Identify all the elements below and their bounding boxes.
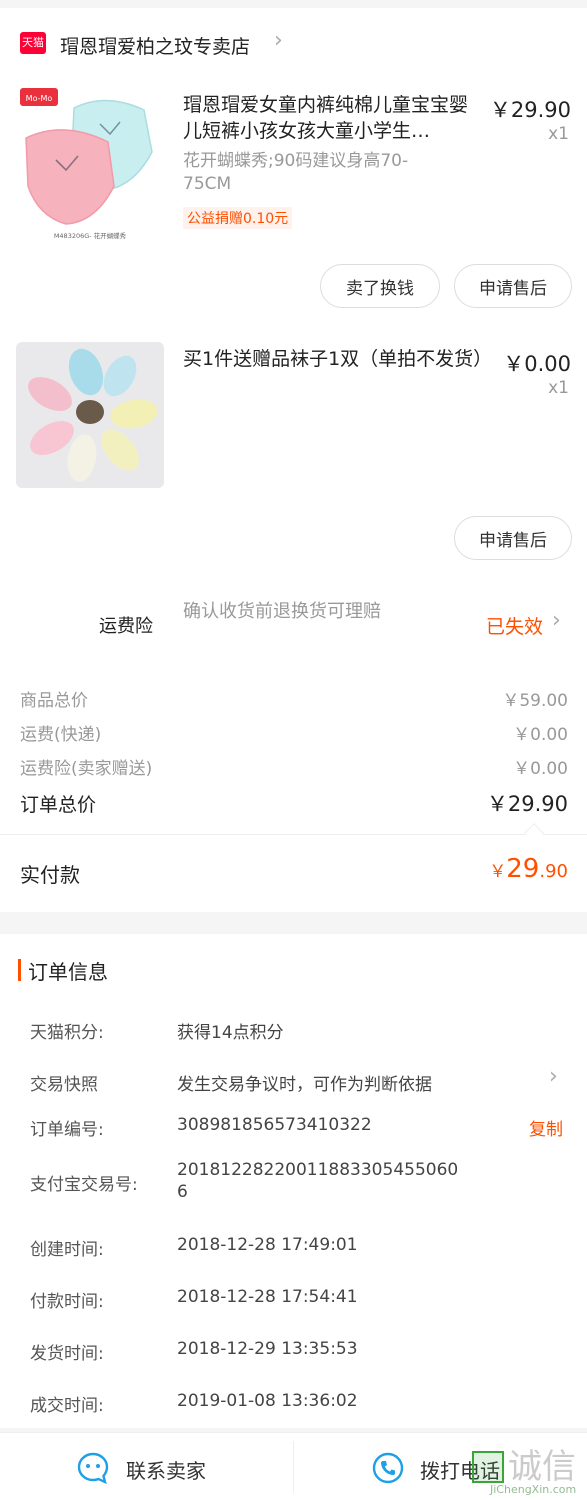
- tmall-points-label: 天猫积分:: [30, 1023, 104, 1043]
- paid-time-value: 2018-12-28 17:54:41: [177, 1287, 358, 1307]
- freight-insurance-label: 运费险: [99, 616, 153, 637]
- svg-text:M483206G- 花开蝴蝶秀: M483206G- 花开蝴蝶秀: [54, 231, 127, 240]
- alipay-number-label: 支付宝交易号:: [30, 1175, 138, 1195]
- order-number-label: 订单编号:: [30, 1120, 104, 1140]
- divider: [293, 1441, 294, 1493]
- paid-amount-value: ￥29.90: [489, 854, 568, 884]
- watermark-logo-icon: [472, 1451, 504, 1483]
- bottom-action-bar: 联系卖家 拨打电话 诚信 JiChengXin.com: [0, 1432, 587, 1500]
- product-price: ￥29.90: [489, 98, 571, 122]
- created-time-value: 2018-12-28 17:49:01: [177, 1235, 358, 1255]
- snapshot-value[interactable]: 发生交易争议时，可作为判断依据: [177, 1070, 432, 1095]
- order-total-label: 订单总价: [20, 794, 97, 816]
- gift-after-sale-button[interactable]: 申请售后: [454, 516, 572, 560]
- contact-seller-label[interactable]: 联系卖家: [126, 1455, 206, 1484]
- freight-insurance-desc: 确认收货前退换货可理赔: [183, 601, 381, 622]
- socks-image-icon: [28, 348, 158, 482]
- gift-price: ￥0.00: [503, 352, 571, 376]
- tmall-points-value: 获得14点积分: [177, 1023, 284, 1043]
- chevron-right-icon[interactable]: ›: [552, 608, 561, 633]
- watermark-text: 诚信: [508, 1447, 576, 1487]
- gift-title[interactable]: 买1件送赠品袜子1双（单拍不发货）: [183, 346, 492, 372]
- charity-tag: 公益捐赠0.10元: [183, 207, 293, 229]
- tmall-logo-icon: 天猫: [20, 32, 46, 54]
- shipping-fee-label: 运费(快递): [20, 725, 102, 745]
- product-sku: 花开蝴蝶秀;90码建议身高70-75CM: [183, 151, 409, 194]
- chevron-right-icon[interactable]: ›: [274, 28, 283, 53]
- shipped-time-label: 发货时间:: [30, 1344, 104, 1364]
- after-sale-button[interactable]: 申请售后: [454, 264, 572, 308]
- underwear-image-icon: Mo-Mo M483206G- 花开蝴蝶秀: [20, 88, 153, 240]
- goods-total-value: ￥59.00: [502, 691, 568, 711]
- paid-amount-label: 实付款: [20, 863, 80, 887]
- product-quantity: x1: [548, 124, 569, 144]
- order-detail-card: 天猫 瑁恩瑁爱柏之玟专卖店 › Mo-Mo M483206G- 花开蝴蝶秀 瑁恩…: [0, 8, 587, 912]
- gift-quantity: x1: [548, 378, 569, 398]
- shipping-fee-value: ￥0.00: [513, 725, 568, 745]
- shipping-insurance-value: ￥0.00: [513, 759, 568, 779]
- store-name[interactable]: 瑁恩瑁爱柏之玟专卖店: [60, 32, 250, 59]
- gift-thumbnail[interactable]: [16, 342, 164, 488]
- order-info-card: 订单信息 天猫积分: 获得14点积分 交易快照 发生交易争议时，可作为判断依据 …: [0, 934, 587, 1428]
- divider: [0, 834, 587, 835]
- paid-time-label: 付款时间:: [30, 1292, 104, 1312]
- completed-time-value: 2019-01-08 13:36:02: [177, 1391, 358, 1411]
- freight-insurance-status[interactable]: 已失效: [486, 612, 543, 639]
- section-accent-bar: [18, 959, 21, 981]
- contact-seller-button[interactable]: [76, 1451, 110, 1485]
- copy-button[interactable]: 复制: [529, 1115, 563, 1140]
- completed-time-label: 成交时间:: [30, 1396, 104, 1416]
- watermark-url: JiChengXin.com: [490, 1483, 577, 1496]
- call-button[interactable]: [371, 1451, 405, 1485]
- product-title[interactable]: 瑁恩瑁爱女童内裤纯棉儿童宝宝婴儿短裤小孩女孩大童小学生…: [183, 92, 483, 144]
- shipping-insurance-label: 运费险(卖家赠送): [20, 759, 153, 779]
- chat-bubble-icon: [77, 1452, 109, 1485]
- order-number-value: 308981856573410322: [177, 1115, 372, 1135]
- alipay-number-value-cont: 6: [177, 1182, 188, 1202]
- svg-text:Mo-Mo: Mo-Mo: [26, 94, 53, 103]
- snapshot-label[interactable]: 交易快照: [30, 1070, 98, 1095]
- shipped-time-value: 2018-12-29 13:35:53: [177, 1339, 358, 1359]
- order-info-title: 订单信息: [28, 960, 108, 984]
- alipay-number-value: 20181228220011883305455060: [177, 1160, 459, 1180]
- chevron-right-icon[interactable]: ›: [549, 1064, 558, 1089]
- sell-for-cash-button[interactable]: 卖了换钱: [320, 264, 440, 308]
- phone-icon: [372, 1452, 404, 1484]
- caret-up-icon: [524, 823, 544, 843]
- product-thumbnail[interactable]: Mo-Mo M483206G- 花开蝴蝶秀: [16, 82, 164, 242]
- created-time-label: 创建时间:: [30, 1240, 104, 1260]
- order-total-value: ￥29.90: [486, 792, 568, 816]
- goods-total-label: 商品总价: [20, 691, 88, 711]
